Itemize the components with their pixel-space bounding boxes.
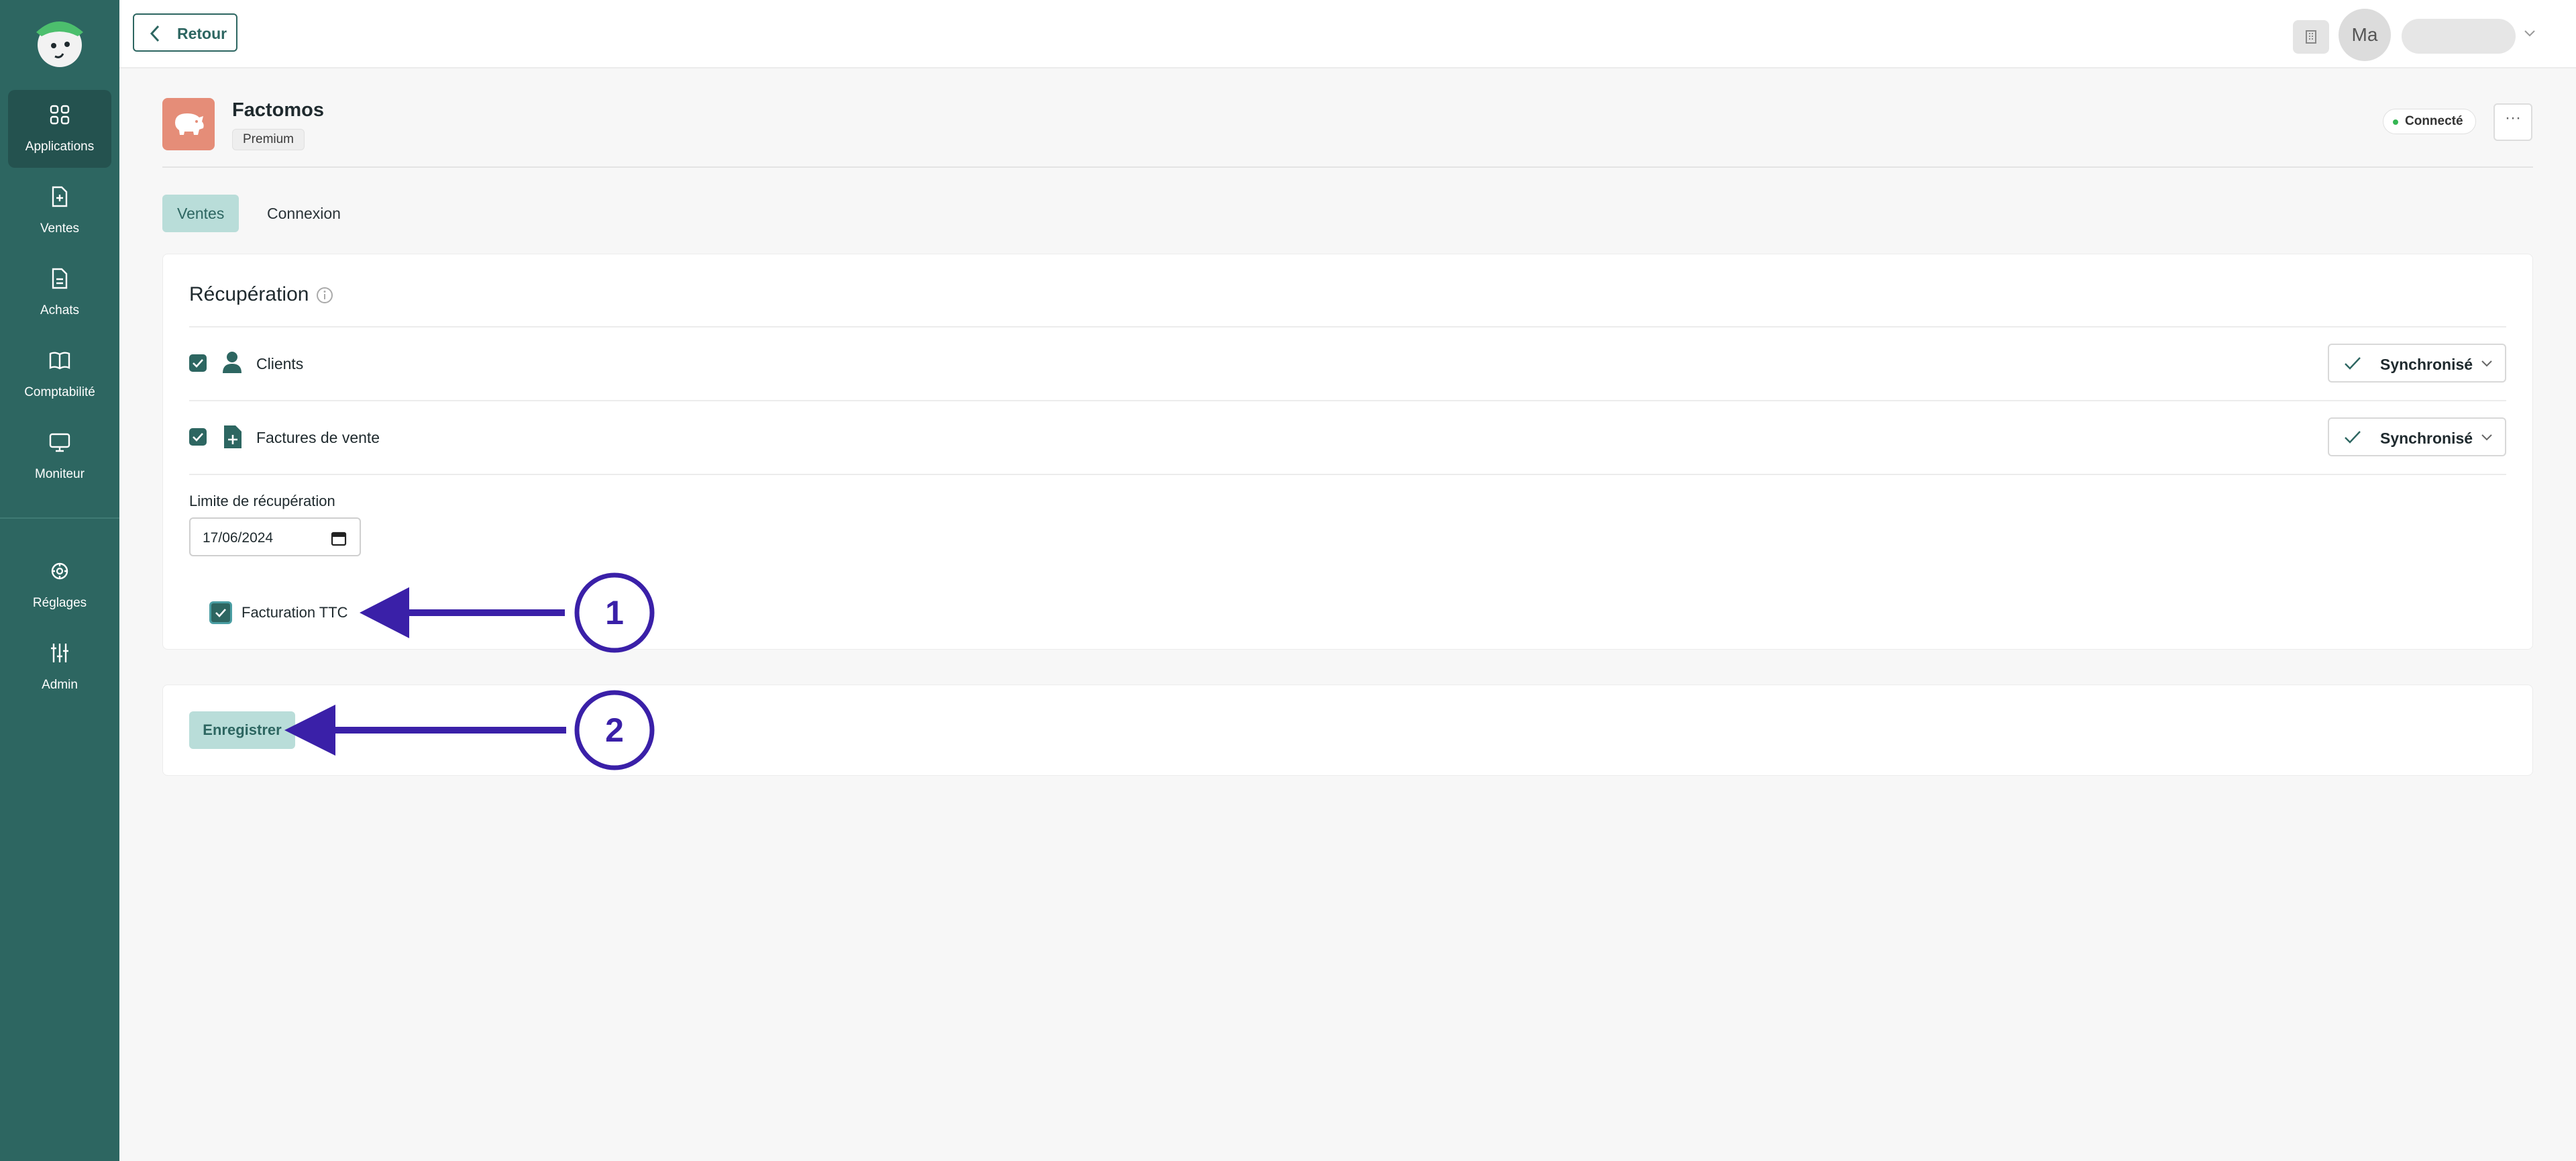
tutorial-annotations: 1 2 [284,572,655,770]
annotation-arrow-2 [284,705,566,756]
annotation-number-1: 1 [605,594,624,632]
annotation-arrow-1 [360,587,565,638]
annotation-number-2: 2 [605,711,624,749]
